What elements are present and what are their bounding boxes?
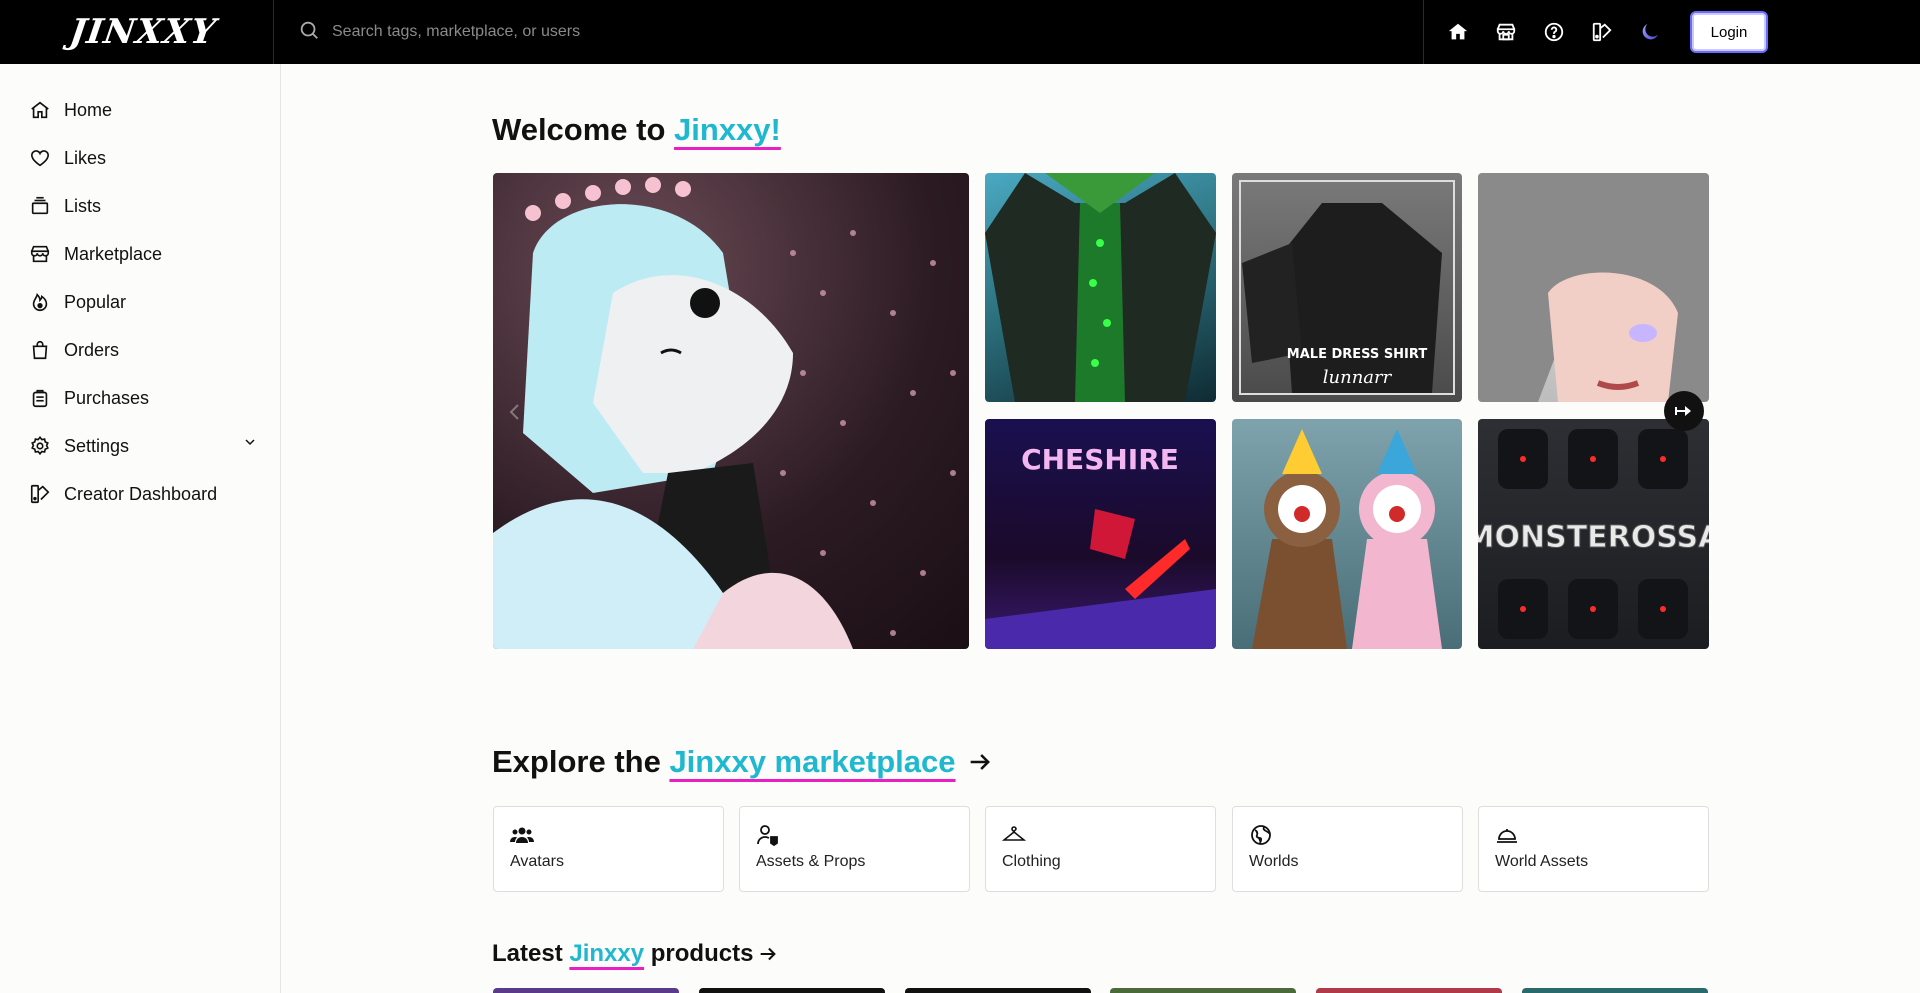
search-icon xyxy=(298,19,320,46)
cloche-icon xyxy=(1495,823,1519,847)
carousel-tile-male-dress-shirt[interactable]: MALE DRESS SHIRT lunnarr xyxy=(1232,173,1462,402)
heart-icon xyxy=(28,146,52,170)
sidebar-item-creator-dashboard[interactable]: Creator Dashboard xyxy=(28,476,258,512)
category-avatars[interactable]: Avatars xyxy=(493,806,724,892)
sidebar-item-label: Home xyxy=(64,99,113,120)
chevron-down-icon[interactable] xyxy=(242,434,258,455)
explore-heading: Explore the Jinxxy marketplace xyxy=(492,744,994,780)
top-nav-icons xyxy=(1446,0,1662,64)
category-label: World Assets xyxy=(1495,853,1589,870)
bag-icon xyxy=(28,338,52,362)
sidebar: Home Likes Lists Marketplace Popular Ord… xyxy=(0,64,281,993)
logo-link[interactable]: JINXXY xyxy=(0,0,274,64)
sidebar-item-home[interactable]: Home xyxy=(28,92,258,128)
category-label: Avatars xyxy=(510,853,564,870)
dark-mode-icon[interactable] xyxy=(1638,20,1662,44)
sidebar-item-label: Settings xyxy=(64,435,130,456)
stack-icon xyxy=(28,194,52,218)
sidebar-item-label: Purchases xyxy=(64,387,150,408)
category-assets-props[interactable]: Assets & Props xyxy=(739,806,970,892)
sidebar-item-label: Creator Dashboard xyxy=(64,483,218,504)
category-worlds[interactable]: Worlds xyxy=(1232,806,1463,892)
explore-prefix: Explore the xyxy=(492,744,670,779)
home-icon xyxy=(28,98,52,122)
sidebar-item-popular[interactable]: Popular xyxy=(28,284,258,320)
hanger-icon xyxy=(1001,823,1027,847)
receipt-icon xyxy=(28,386,52,410)
help-icon[interactable] xyxy=(1542,20,1566,44)
carousel-tile-clown-bears[interactable] xyxy=(1232,419,1462,649)
gear-icon xyxy=(28,434,52,458)
sidebar-item-orders[interactable]: Orders xyxy=(28,332,258,368)
marketplace-link[interactable]: Jinxxy marketplace xyxy=(669,744,955,780)
latest-suffix: products xyxy=(644,940,754,967)
home-icon[interactable] xyxy=(1446,20,1470,44)
arrow-right-icon[interactable] xyxy=(757,943,779,965)
product-card[interactable] xyxy=(1110,988,1296,993)
store-icon xyxy=(28,242,52,266)
users-icon xyxy=(510,823,534,847)
welcome-prefix: Welcome to xyxy=(492,112,675,147)
store-icon[interactable] xyxy=(1494,20,1518,44)
sidebar-item-lists[interactable]: Lists xyxy=(28,188,258,224)
carousel-tile-featured-avatar[interactable] xyxy=(493,173,969,649)
category-world-assets[interactable]: World Assets xyxy=(1478,806,1709,892)
arrow-right-icon xyxy=(1675,406,1691,416)
user-tag-icon xyxy=(756,823,780,847)
latest-heading: Latest Jinxxy products xyxy=(492,940,779,968)
carousel-tile-green-jacket[interactable] xyxy=(985,173,1216,402)
arrow-right-icon[interactable] xyxy=(966,748,994,776)
flame-icon xyxy=(28,290,52,314)
latest-brand-link[interactable]: Jinxxy xyxy=(569,940,644,968)
sidebar-item-purchases[interactable]: Purchases xyxy=(28,380,258,416)
welcome-heading: Welcome to Jinxxy! xyxy=(492,112,781,148)
latest-prefix: Latest xyxy=(492,940,570,967)
sidebar-item-settings[interactable]: Settings xyxy=(28,428,258,464)
brand-link[interactable]: Jinxxy! xyxy=(674,112,781,147)
carousel-tile-monsterossa[interactable]: MONSTEROSSA xyxy=(1478,419,1709,649)
tile-title: MONSTEROSSA xyxy=(1478,520,1709,555)
product-card[interactable] xyxy=(1522,988,1708,993)
product-card[interactable] xyxy=(493,988,679,993)
tile-brand: lunnarr xyxy=(1323,367,1393,388)
search-input[interactable] xyxy=(332,23,1032,41)
product-card[interactable] xyxy=(699,988,885,993)
creator-dashboard-icon[interactable] xyxy=(1590,20,1614,44)
category-label: Clothing xyxy=(1002,853,1061,870)
category-label: Assets & Props xyxy=(756,853,866,870)
sidebar-item-label: Marketplace xyxy=(64,243,163,264)
login-button[interactable]: Login xyxy=(1690,11,1768,53)
carousel-tile-silver-hair-avatar[interactable] xyxy=(1478,173,1709,402)
carousel-tile-cheshire[interactable]: CHESHIRE xyxy=(985,419,1216,649)
sidebar-item-label: Likes xyxy=(64,147,107,168)
top-bar: JINXXY Login xyxy=(0,0,1920,64)
search-bar xyxy=(274,0,1424,64)
carousel-prev-icon[interactable] xyxy=(503,400,527,424)
creator-dashboard-icon xyxy=(28,482,52,506)
sidebar-item-label: Popular xyxy=(64,291,127,312)
sidebar-item-likes[interactable]: Likes xyxy=(28,140,258,176)
category-clothing[interactable]: Clothing xyxy=(985,806,1216,892)
category-label: Worlds xyxy=(1249,853,1299,870)
carousel-next-button[interactable] xyxy=(1664,391,1704,431)
tile-title: CHESHIRE xyxy=(1021,443,1179,476)
product-card[interactable] xyxy=(905,988,1091,993)
sidebar-item-label: Lists xyxy=(64,195,102,216)
sidebar-item-label: Orders xyxy=(64,339,120,360)
tile-title: MALE DRESS SHIRT xyxy=(1287,347,1428,362)
logo: JINXXY xyxy=(67,12,220,52)
product-card[interactable] xyxy=(1316,988,1502,993)
globe-icon xyxy=(1249,823,1273,847)
sidebar-item-marketplace[interactable]: Marketplace xyxy=(28,236,258,272)
